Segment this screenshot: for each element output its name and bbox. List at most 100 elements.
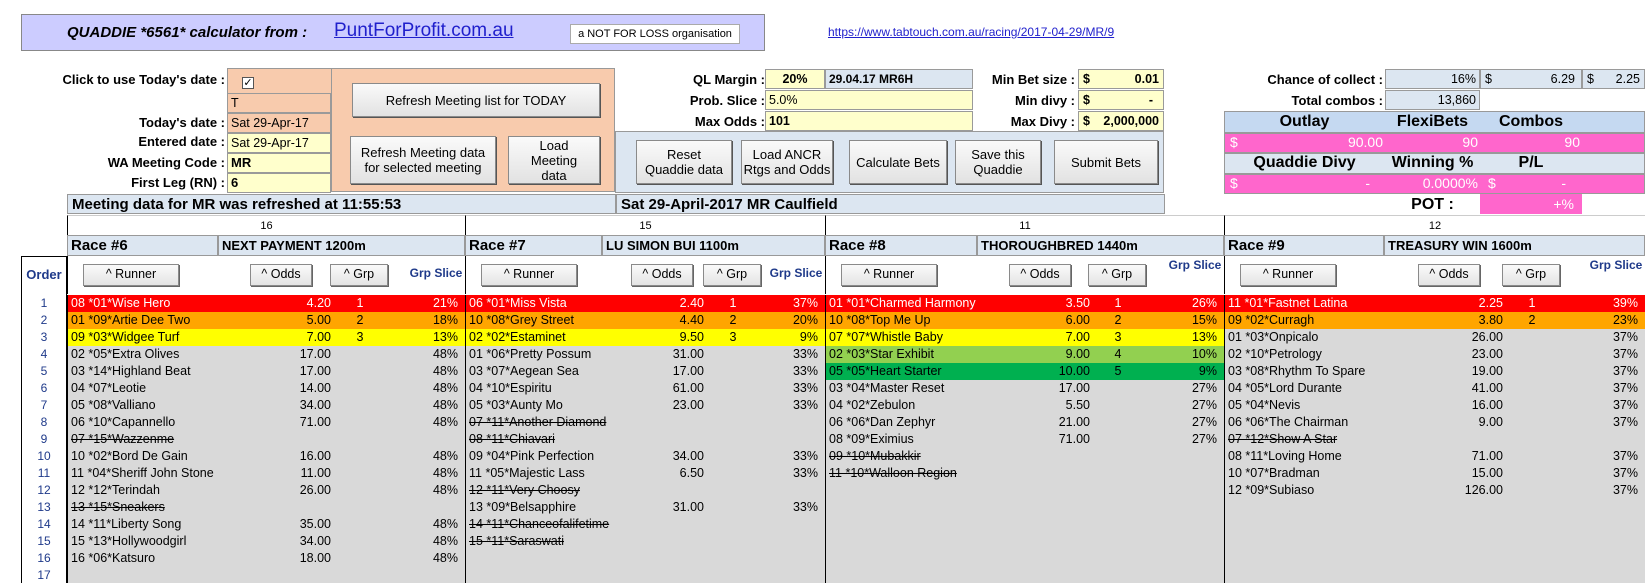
runner-row[interactable]: 09 *10*Mubakkir xyxy=(826,448,1224,465)
runner-row[interactable]: 04 *07*Leotie 14.00 48% xyxy=(68,380,465,397)
runner-row[interactable]: 12 *12*Terindah 26.00 48% xyxy=(68,482,465,499)
sort-odds-button[interactable]: ^ Odds xyxy=(250,264,312,286)
runner-row[interactable]: 04 *05*Lord Durante 41.00 37% xyxy=(1225,380,1645,397)
runner-row[interactable]: 01 *09*Artie Dee Two 5.00 2 18% xyxy=(68,312,465,329)
runner-row[interactable]: 10 *07*Bradman 15.00 37% xyxy=(1225,465,1645,482)
order-number: 10 xyxy=(37,449,51,463)
runner-name: 09 *10*Mubakkir xyxy=(829,449,921,463)
runner-slice: 48% xyxy=(432,449,458,463)
todays-date-field: Sat 29-Apr-17 xyxy=(227,113,331,133)
sort-runner-button[interactable]: ^ Runner xyxy=(841,264,937,286)
prob-slice-field[interactable]: 5.0% xyxy=(765,90,973,110)
min-bet-field[interactable]: $ 0.01 xyxy=(1078,69,1164,89)
runner-row[interactable]: 07 *11*Another Diamond xyxy=(466,414,825,431)
refresh-today-button[interactable]: Refresh Meeting list for TODAY xyxy=(352,83,600,117)
runner-row[interactable]: 15 *13*Hollywoodgirl 34.00 48% xyxy=(68,533,465,550)
runner-row[interactable]: 05 *03*Aunty Mo 23.00 33% xyxy=(466,397,825,414)
runner-row[interactable]: 09 *04*Pink Perfection 34.00 33% xyxy=(466,448,825,465)
meeting-code-field[interactable]: MR xyxy=(227,153,331,173)
race-url-link[interactable]: https://www.tabtouch.com.au/racing/2017-… xyxy=(828,25,1114,39)
sort-grp-button[interactable]: ^ Grp xyxy=(1088,264,1146,286)
runner-row[interactable]: 04 *02*Zebulon 5.50 27% xyxy=(826,397,1224,414)
runner-name: 11 *05*Majestic Lass xyxy=(469,466,585,480)
runner-row[interactable]: 10 *08*Top Me Up 6.00 2 15% xyxy=(826,312,1224,329)
min-divy-field[interactable]: $ - xyxy=(1078,90,1164,110)
runner-row[interactable]: 01 *03*Onpicalo 26.00 37% xyxy=(1225,329,1645,346)
use-today-checkbox[interactable]: ✓ xyxy=(242,77,254,89)
runner-name: 04 *10*Espiritu xyxy=(469,381,552,395)
runner-slice: 37% xyxy=(1612,347,1638,361)
runner-row[interactable]: 06 *10*Capannello 71.00 48% xyxy=(68,414,465,431)
runner-row[interactable]: 13 *15*Sneakers xyxy=(68,499,465,516)
runner-row[interactable]: 13 *09*Belsapphire 31.00 33% xyxy=(466,499,825,516)
runner-row[interactable]: 06 *06*Dan Zephyr 21.00 27% xyxy=(826,414,1224,431)
runner-row[interactable]: 12 *11*Very Choosy xyxy=(466,482,825,499)
runner-name: 02 *05*Extra Olives xyxy=(71,347,180,361)
max-odds-field[interactable]: 101 xyxy=(765,111,973,131)
runner-row[interactable]: 11 *01*Fastnet Latina 2.25 1 39% xyxy=(1225,295,1645,312)
runner-row[interactable]: 04 *10*Espiritu 61.00 33% xyxy=(466,380,825,397)
sort-grp-button[interactable]: ^ Grp xyxy=(703,264,761,286)
entered-date-field[interactable]: Sat 29-Apr-17 xyxy=(227,133,331,153)
runner-row[interactable]: 08 *09*Eximius 71.00 27% xyxy=(826,431,1224,448)
runner-row[interactable]: 15 *11*Saraswati xyxy=(466,533,825,550)
sort-grp-button[interactable]: ^ Grp xyxy=(330,264,388,286)
runner-slice: 37% xyxy=(1612,364,1638,378)
runner-row[interactable]: 05 *04*Nevis 16.00 37% xyxy=(1225,397,1645,414)
runner-slice: 48% xyxy=(432,483,458,497)
refresh-selected-button[interactable]: Refresh Meeting data for selected meetin… xyxy=(350,136,496,184)
runner-row[interactable]: 03 *07*Aegean Sea 17.00 33% xyxy=(466,363,825,380)
save-button[interactable]: Save this Quaddie xyxy=(955,140,1041,184)
reset-button[interactable]: Reset Quaddie data xyxy=(636,140,732,184)
runner-row[interactable]: 02 *02*Estaminet 9.50 3 9% xyxy=(466,329,825,346)
meeting-id-field: 29.04.17 MR6H xyxy=(825,69,973,89)
runner-row[interactable]: 10 *08*Grey Street 4.40 2 20% xyxy=(466,312,825,329)
runner-row[interactable]: 06 *01*Miss Vista 2.40 1 37% xyxy=(466,295,825,312)
sort-odds-button[interactable]: ^ Odds xyxy=(1418,264,1480,286)
submit-button[interactable]: Submit Bets xyxy=(1054,140,1158,184)
max-divy-field[interactable]: $ 2,000,000 xyxy=(1078,111,1164,131)
runner-row[interactable]: 03 *08*Rhythm To Spare 19.00 37% xyxy=(1225,363,1645,380)
runner-row[interactable]: 05 *05*Heart Starter 10.00 5 9% xyxy=(826,363,1224,380)
runner-row[interactable]: 01 *06*Pretty Possum 31.00 33% xyxy=(466,346,825,363)
t-cell[interactable]: T xyxy=(227,93,331,113)
runner-row[interactable]: 16 *06*Katsuro 18.00 48% xyxy=(68,550,465,567)
calculate-button[interactable]: Calculate Bets xyxy=(849,140,947,184)
sort-runner-button[interactable]: ^ Runner xyxy=(1240,264,1336,286)
runner-row[interactable]: 11 *10*Walloon Region xyxy=(826,465,1224,482)
runner-row[interactable]: 09 *02*Curragh 3.80 2 23% xyxy=(1225,312,1645,329)
runner-row[interactable]: 07 *15*Wazzenme xyxy=(68,431,465,448)
runner-name: 09 *02*Curragh xyxy=(1228,313,1315,327)
runner-row[interactable]: 05 *08*Valliano 34.00 48% xyxy=(68,397,465,414)
runner-row[interactable]: 14 *11*Liberty Song 35.00 48% xyxy=(68,516,465,533)
load-ancr-button[interactable]: Load ANCR Rtgs and Odds xyxy=(741,140,833,184)
first-leg-field[interactable]: 6 xyxy=(227,173,331,193)
runner-row[interactable]: 01 *01*Charmed Harmony 3.50 1 26% xyxy=(826,295,1224,312)
runner-row[interactable]: 06 *06*The Chairman 9.00 37% xyxy=(1225,414,1645,431)
sort-odds-button[interactable]: ^ Odds xyxy=(631,264,693,286)
runner-row[interactable]: 07 *12*Show A Star xyxy=(1225,431,1645,448)
sort-grp-button[interactable]: ^ Grp xyxy=(1502,264,1560,286)
runner-row[interactable]: 08 *11*Loving Home 71.00 37% xyxy=(1225,448,1645,465)
runner-row[interactable]: 09 *03*Widgee Turf 7.00 3 13% xyxy=(68,329,465,346)
runner-row[interactable]: 02 *10*Petrology 23.00 37% xyxy=(1225,346,1645,363)
runner-row[interactable]: 10 *02*Bord De Gain 16.00 48% xyxy=(68,448,465,465)
site-link[interactable]: PuntForProfit.com.au xyxy=(334,20,514,42)
runner-row[interactable]: 03 *14*Highland Beat 17.00 48% xyxy=(68,363,465,380)
runner-row[interactable]: 02 *05*Extra Olives 17.00 48% xyxy=(68,346,465,363)
sort-odds-button[interactable]: ^ Odds xyxy=(1009,264,1071,286)
runner-odds: 7.00 xyxy=(306,330,331,344)
runner-row[interactable]: 11 *05*Majestic Lass 6.50 33% xyxy=(466,465,825,482)
runner-row[interactable]: 11 *04*Sheriff John Stone 11.00 48% xyxy=(68,465,465,482)
runner-row[interactable]: 12 *09*Subiaso 126.00 37% xyxy=(1225,482,1645,499)
runner-row[interactable]: 02 *03*Star Exhibit 9.00 4 10% xyxy=(826,346,1224,363)
load-meeting-button[interactable]: Load Meeting data xyxy=(508,136,600,184)
sort-runner-button[interactable]: ^ Runner xyxy=(481,264,577,286)
runner-row[interactable]: 14 *11*Chanceofalifetime xyxy=(466,516,825,533)
runner-row[interactable]: 07 *07*Whistle Baby 7.00 3 13% xyxy=(826,329,1224,346)
runner-row[interactable]: 08 *01*Wise Hero 4.20 1 21% xyxy=(68,295,465,312)
ql-margin-field[interactable]: 20% xyxy=(765,69,825,89)
sort-runner-button[interactable]: ^ Runner xyxy=(83,264,179,286)
runner-row[interactable]: 08 *11*Chiavari xyxy=(466,431,825,448)
runner-row[interactable]: 03 *04*Master Reset 17.00 27% xyxy=(826,380,1224,397)
